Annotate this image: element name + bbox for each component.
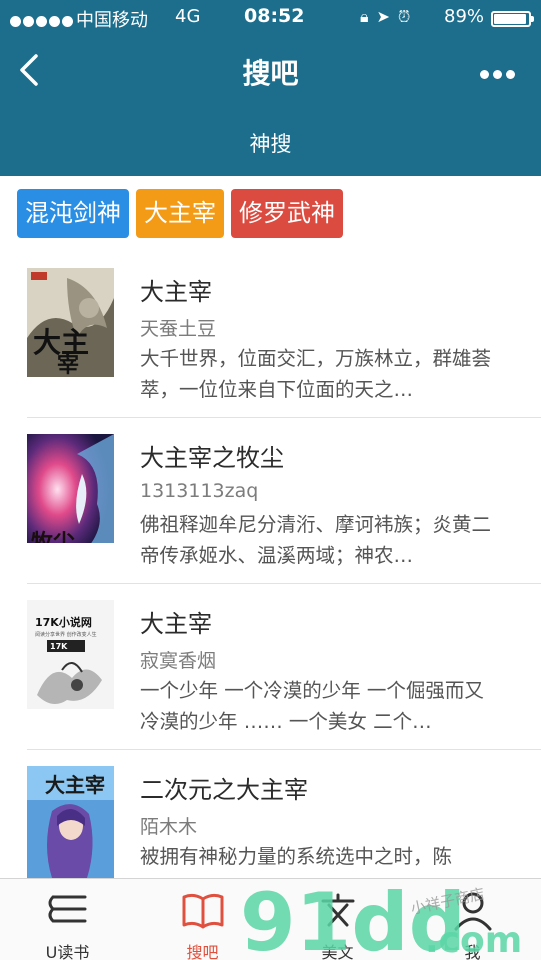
svg-text:大主宰: 大主宰 [45,773,105,797]
book-cover: 大主 宰 [27,268,114,377]
svg-text:17K: 17K [50,642,68,651]
open-book-icon [182,893,224,929]
book-cover: 牧尘 [27,434,114,543]
book-author: 天蚕土豆 [140,318,217,340]
book-item[interactable]: 17K小说网 阅读分享世界 创作改变人生 17K 大主宰 寂寞香烟 一个少年 一… [0,584,541,750]
carrier-name: 中国移动 [76,10,148,31]
status-time: 08:52 [244,5,305,27]
svg-text:牧尘: 牧尘 [31,530,75,543]
rotation-lock-icon: 🔒︎ [360,7,377,26]
more-options-button[interactable] [480,64,520,79]
book-stack-icon [48,895,87,923]
book-title: 大主宰之牧尘 [140,444,284,472]
signal-strength-icon [10,11,75,32]
tag-da-zhuzai[interactable]: 大主宰 [136,189,224,238]
tab-udushu[interactable]: U读书 [0,879,135,960]
book-list: 大主 宰 大主宰 天蚕土豆 大千世界，位面交汇，万族林立，群雄荟萃，一位位来自下… [0,252,541,916]
tab-label: U读书 [45,943,90,960]
search-tags: 混沌剑神 大主宰 修罗武神 [17,189,350,238]
svg-text:阅读分享世界 创作改变人生: 阅读分享世界 创作改变人生 [35,631,97,638]
book-title: 大主宰 [140,278,212,306]
status-bar: 中国移动 4G 08:52 🔒︎➤⏰︎ 89% [0,0,541,36]
book-cover: 大主宰 [27,766,114,878]
location-icon: ➤ [376,7,398,26]
watermark-com: .com [425,920,522,960]
book-description: 佛祖释迦牟尼分清洐、摩诃袆族；炎黄二帝传承姬水、温溪两域；神农… [140,513,492,567]
network-type: 4G [175,6,201,27]
status-icons: 🔒︎➤⏰︎ [360,7,418,27]
battery-percent: 89% [444,6,485,27]
book-title: 大主宰 [140,610,212,638]
book-description: 一个少年 一个冷漠的少年 一个倔强而又冷漠的少年 …… 一个美女 二个… [140,679,484,733]
tag-xiuluo-wushen[interactable]: 修罗武神 [231,189,343,238]
header: 中国移动 4G 08:52 🔒︎➤⏰︎ 89% 搜吧 神搜 [0,0,541,176]
book-description: 大千世界，位面交汇，万族林立，群雄荟萃，一位位来自下位面的天之… [140,347,492,401]
alarm-icon: ⏰︎ [397,7,419,26]
tag-hundun-jianshen[interactable]: 混沌剑神 [17,189,129,238]
book-cover: 17K小说网 阅读分享世界 创作改变人生 17K [27,600,114,709]
page-subtitle: 神搜 [249,132,292,156]
svg-text:宰: 宰 [57,352,79,377]
battery-fill [494,14,526,24]
more-dots-icon [480,64,519,83]
page-title: 搜吧 [242,57,299,90]
cover-site-name: 17K小说网 [35,615,92,629]
book-author: 陌木木 [140,816,198,838]
book-item[interactable]: 牧尘 大主宰之牧尘 1313113zaq 佛祖释迦牟尼分清洐、摩诃袆族；炎黄二帝… [0,418,541,584]
watermark-logo: 91dd .com 小祥子商店 [240,880,522,960]
book-title: 二次元之大主宰 [140,776,308,804]
book-author: 寂寞香烟 [140,650,217,672]
book-author: 1313113zaq [140,480,259,502]
book-item[interactable]: 大主 宰 大主宰 天蚕土豆 大千世界，位面交汇，万族林立，群雄荟萃，一位位来自下… [0,252,541,418]
battery-icon [491,11,534,27]
